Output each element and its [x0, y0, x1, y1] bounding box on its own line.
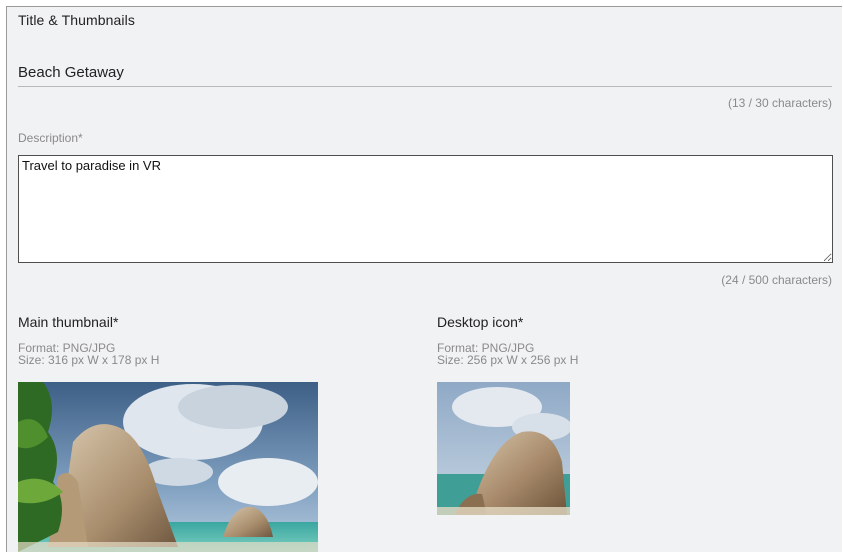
title-input[interactable]: [18, 59, 832, 87]
description-char-counter: (24 / 500 characters): [721, 273, 832, 287]
desktop-icon-heading: Desktop icon*: [437, 314, 524, 330]
description-textarea[interactable]: Travel to paradise in VR: [18, 155, 833, 263]
desktop-icon-size: Size: 256 px W x 256 px H: [437, 353, 579, 367]
title-char-counter: (13 / 30 characters): [727, 96, 832, 110]
main-thumbnail-heading: Main thumbnail*: [18, 314, 119, 330]
main-thumbnail-size: Size: 316 px W x 178 px H: [18, 353, 160, 367]
desktop-icon-image[interactable]: [437, 382, 570, 515]
main-thumbnail-image[interactable]: [18, 382, 318, 552]
title-thumbnails-panel: Title & Thumbnails (13 / 30 characters) …: [6, 6, 842, 552]
section-title: Title & Thumbnails: [18, 12, 135, 28]
description-label: Description*: [18, 131, 83, 145]
